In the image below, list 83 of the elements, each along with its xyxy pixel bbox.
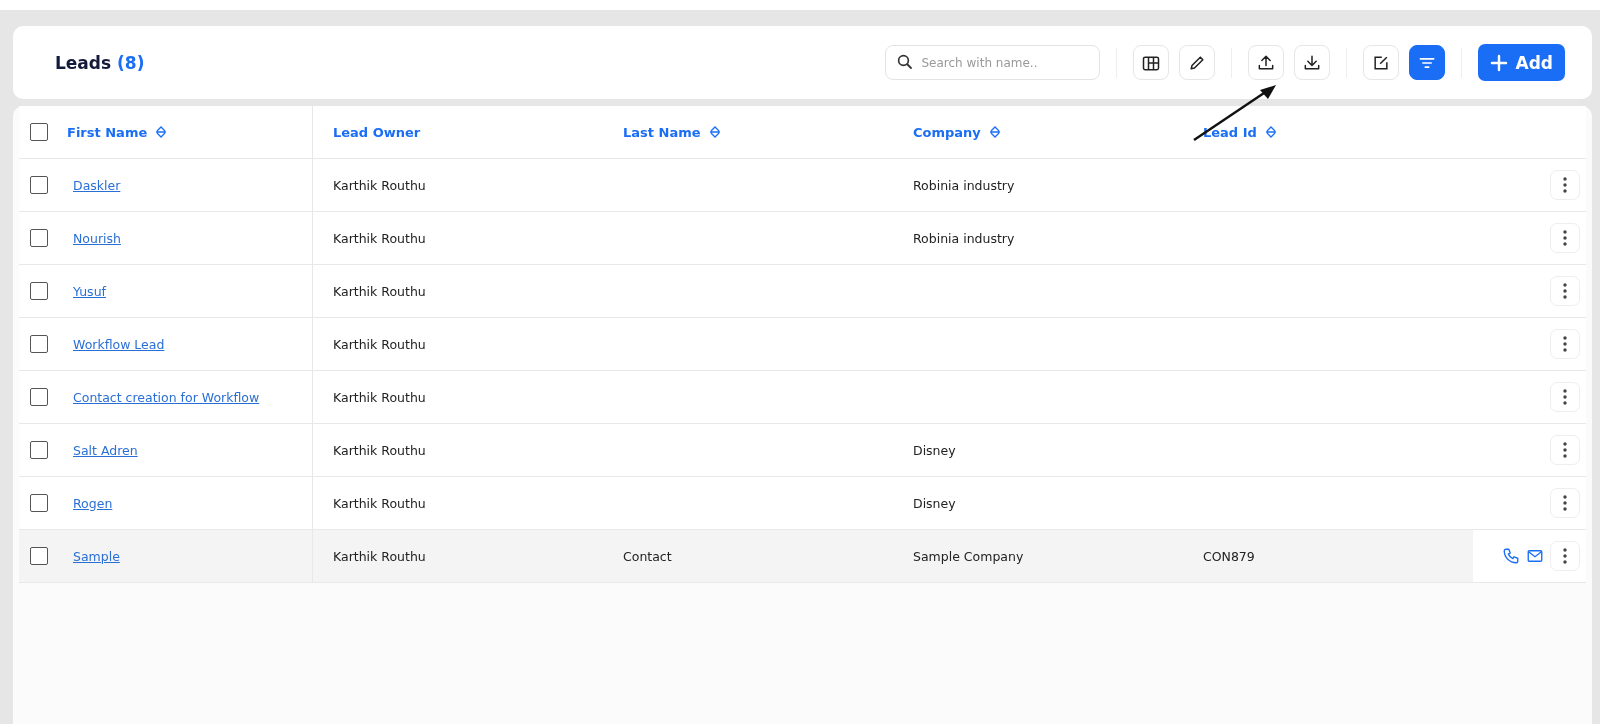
table-cell: Karthik Routhu bbox=[333, 177, 426, 193]
row-checkbox[interactable] bbox=[30, 441, 48, 459]
lead-link[interactable]: Rogen bbox=[73, 495, 113, 511]
header-cell[interactable]: First Name bbox=[67, 106, 313, 158]
sort-icon[interactable] bbox=[708, 125, 721, 139]
column-header[interactable]: Lead Id bbox=[1203, 124, 1257, 140]
more-options-button[interactable] bbox=[1550, 223, 1580, 253]
search-field[interactable]: Search with name.. bbox=[884, 45, 1100, 80]
phone-icon[interactable] bbox=[1502, 547, 1520, 565]
plus-icon bbox=[1489, 53, 1508, 72]
columns-button[interactable] bbox=[1132, 45, 1169, 80]
lead-link[interactable]: Nourish bbox=[73, 230, 121, 246]
header-cell[interactable]: Last Name bbox=[603, 106, 893, 158]
table-cell: Karthik Routhu bbox=[333, 336, 426, 352]
add-button[interactable]: Add bbox=[1477, 44, 1565, 81]
more-icon bbox=[1563, 442, 1567, 458]
table-row[interactable]: Contact creation for Workflow Karthik Routhu bbox=[19, 371, 1586, 424]
more-options-button[interactable] bbox=[1550, 435, 1580, 465]
table-cell: Robinia industry bbox=[913, 230, 1015, 246]
row-checkbox[interactable] bbox=[30, 335, 48, 353]
header-cell[interactable]: Lead Owner bbox=[313, 106, 603, 158]
upload-button[interactable] bbox=[1247, 45, 1284, 80]
row-checkbox[interactable] bbox=[30, 229, 48, 247]
more-options-button[interactable] bbox=[1550, 329, 1580, 359]
table-cell: Disney bbox=[913, 442, 956, 458]
table-cell: Contact bbox=[623, 548, 672, 564]
table-cell: Karthik Routhu bbox=[333, 495, 426, 511]
table-cell: Karthik Routhu bbox=[333, 389, 426, 405]
lead-link[interactable]: Sample bbox=[73, 548, 120, 564]
lead-link[interactable]: Contact creation for Workflow bbox=[73, 389, 260, 405]
lead-link[interactable]: Workflow Lead bbox=[73, 336, 165, 352]
table-cell: Disney bbox=[913, 495, 956, 511]
column-header[interactable]: First Name bbox=[67, 124, 148, 140]
more-options-button[interactable] bbox=[1550, 170, 1580, 200]
more-icon bbox=[1563, 548, 1567, 564]
more-icon bbox=[1563, 389, 1567, 405]
column-header[interactable]: Last Name bbox=[623, 124, 701, 140]
header-cell[interactable]: Lead Id bbox=[1183, 106, 1473, 158]
table-cell: Sample Company bbox=[913, 548, 1024, 564]
more-icon bbox=[1563, 283, 1567, 299]
sort-icon[interactable] bbox=[988, 125, 1001, 139]
row-checkbox[interactable] bbox=[30, 176, 48, 194]
table-cell: Karthik Routhu bbox=[333, 548, 426, 564]
table-row[interactable]: Workflow Lead Karthik Routhu bbox=[19, 318, 1586, 371]
filter-button[interactable] bbox=[1408, 45, 1445, 80]
header-cell[interactable]: Company bbox=[893, 106, 1183, 158]
table-cell: Karthik Routhu bbox=[333, 230, 426, 246]
more-icon bbox=[1563, 336, 1567, 352]
row-checkbox[interactable] bbox=[30, 494, 48, 512]
search-icon bbox=[895, 53, 914, 71]
lead-link[interactable]: Daskler bbox=[73, 177, 121, 193]
table-row[interactable]: Salt Adren Karthik Routhu Disney bbox=[19, 424, 1586, 477]
select-all-checkbox[interactable] bbox=[30, 123, 48, 141]
column-header[interactable]: Lead Owner bbox=[333, 124, 421, 140]
more-options-button[interactable] bbox=[1550, 382, 1580, 412]
table-row[interactable]: Nourish Karthik Routhu Robinia industry bbox=[19, 212, 1586, 265]
more-options-button[interactable] bbox=[1550, 276, 1580, 306]
table-row[interactable]: Yusuf Karthik Routhu bbox=[19, 265, 1586, 318]
download-button[interactable] bbox=[1293, 45, 1330, 80]
table-row[interactable]: Sample Karthik Routhu Contact Sample Company CON879 bbox=[19, 530, 1586, 583]
sort-icon[interactable] bbox=[1264, 125, 1277, 139]
row-checkbox[interactable] bbox=[30, 388, 48, 406]
table-row[interactable]: Rogen Karthik Routhu Disney bbox=[19, 477, 1586, 530]
more-icon bbox=[1563, 177, 1567, 193]
row-checkbox[interactable] bbox=[30, 282, 48, 300]
lead-link[interactable]: Salt Adren bbox=[73, 442, 138, 458]
compose-button[interactable] bbox=[1362, 45, 1399, 80]
more-icon bbox=[1563, 230, 1567, 246]
sort-icon[interactable] bbox=[155, 125, 168, 139]
mail-icon[interactable] bbox=[1526, 547, 1544, 565]
table-cell: Karthik Routhu bbox=[333, 442, 426, 458]
table-cell: CON879 bbox=[1203, 548, 1255, 564]
table-cell: Robinia industry bbox=[913, 177, 1015, 193]
row-checkbox[interactable] bbox=[30, 547, 48, 565]
table-row[interactable]: Daskler Karthik Routhu Robinia industry bbox=[19, 159, 1586, 212]
more-icon bbox=[1563, 495, 1567, 511]
more-options-button[interactable] bbox=[1550, 541, 1580, 571]
page-title: Leads (8) bbox=[55, 52, 145, 73]
edit-button[interactable] bbox=[1178, 45, 1215, 80]
lead-link[interactable]: Yusuf bbox=[73, 283, 106, 299]
column-header[interactable]: Company bbox=[913, 124, 981, 140]
more-options-button[interactable] bbox=[1550, 488, 1580, 518]
table-cell: Karthik Routhu bbox=[333, 283, 426, 299]
